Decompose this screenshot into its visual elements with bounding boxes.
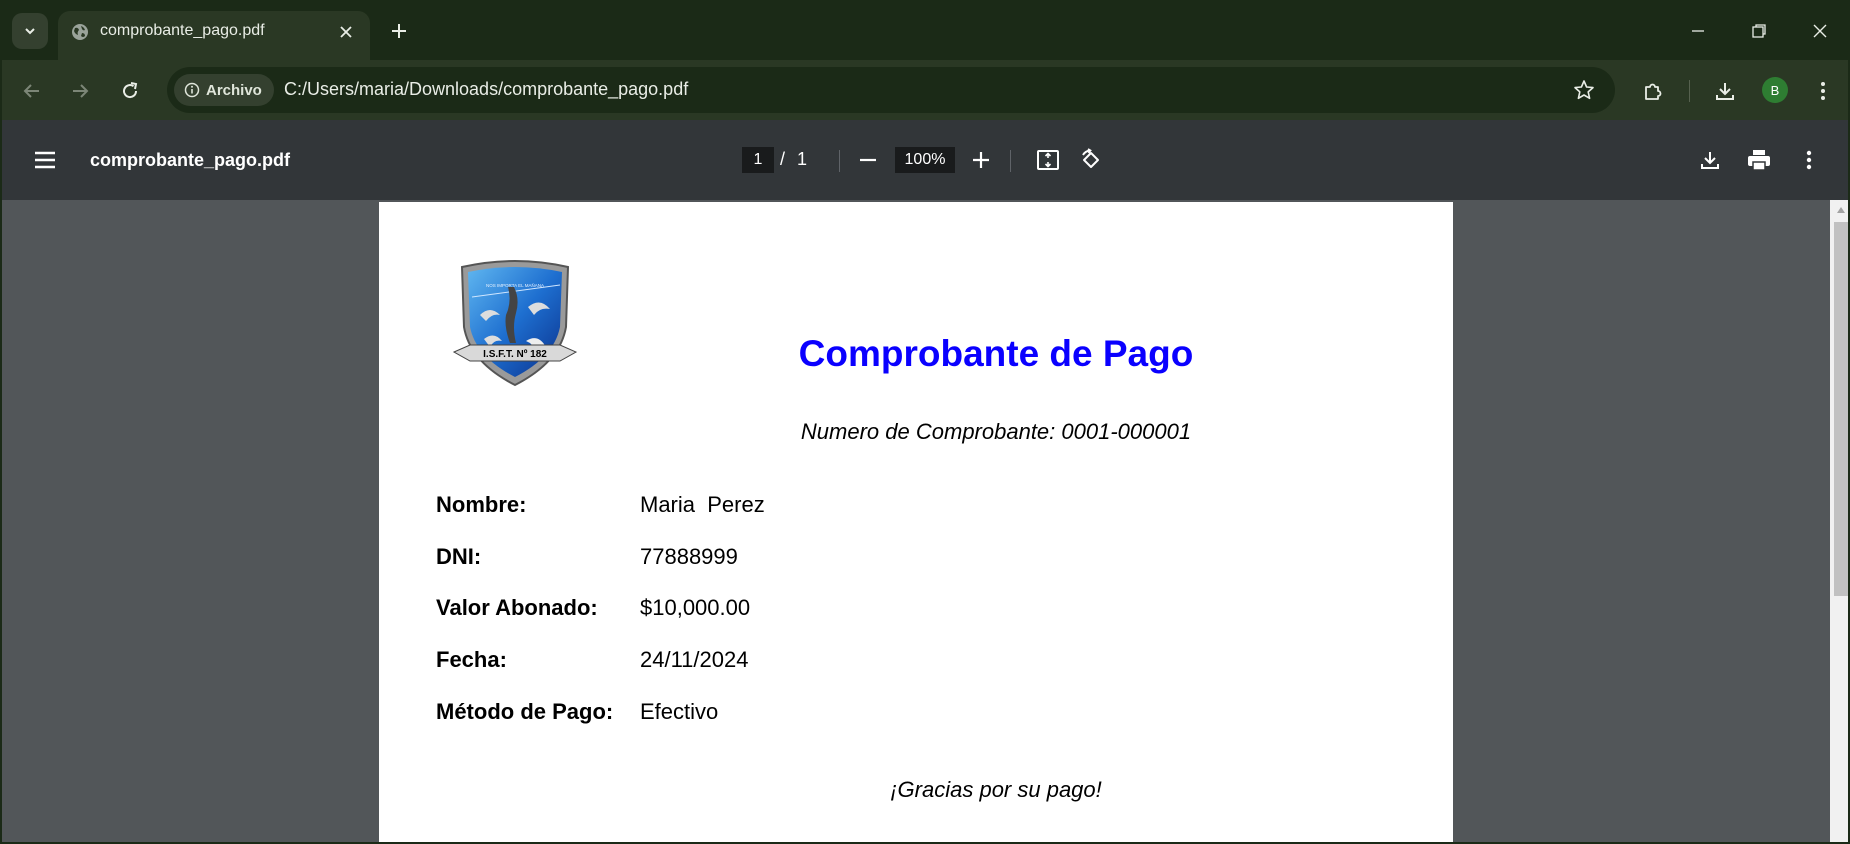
print-button[interactable] — [1741, 142, 1777, 178]
vertical-scrollbar[interactable] — [1830, 200, 1848, 842]
document-title: Comprobante de Pago — [798, 333, 1194, 374]
field-value-fecha: 24/11/2024 — [640, 647, 749, 672]
rotate-button[interactable] — [1073, 142, 1109, 178]
downloads-button[interactable] — [1707, 73, 1743, 109]
pdf-toolbar: comprobante_pago.pdf 1 / 1 100% — [2, 120, 1848, 200]
zoom-level-input[interactable]: 100% — [895, 147, 955, 173]
new-tab-button[interactable] — [384, 16, 414, 46]
extensions-button[interactable] — [1635, 73, 1671, 109]
browser-menu-button[interactable] — [1805, 73, 1841, 109]
info-icon — [184, 82, 200, 98]
forward-button[interactable] — [62, 73, 98, 109]
url-text[interactable]: C:/Users/maria/Downloads/comprobante_pag… — [284, 79, 688, 100]
arrow-right-icon — [73, 84, 89, 98]
zoom-out-button[interactable] — [850, 142, 886, 178]
tab-strip: comprobante_pago.pdf — [2, 2, 1848, 60]
tab-active[interactable]: comprobante_pago.pdf — [58, 11, 370, 60]
bookmark-button[interactable] — [1569, 75, 1599, 105]
pdf-viewer-area[interactable]: I.S.F.T. Nº 182 NOS IMPORTA EL MAÑANA Co… — [2, 200, 1848, 842]
pdf-download-button[interactable] — [1692, 142, 1728, 178]
fit-to-page-button[interactable] — [1030, 142, 1066, 178]
field-label-valor-abonado: Valor Abonado: — [436, 595, 598, 620]
field-value-dni: 77888999 — [640, 544, 738, 569]
tab-title: comprobante_pago.pdf — [100, 22, 265, 39]
zoom-in-button[interactable] — [963, 142, 999, 178]
tab-close-button[interactable] — [332, 18, 360, 46]
download-icon — [1701, 152, 1719, 169]
field-label-nombre: Nombre: — [436, 492, 527, 517]
pdf-toolbar-divider — [1010, 150, 1011, 172]
rotate-icon — [1082, 148, 1099, 168]
minimize-button[interactable] — [1678, 12, 1718, 50]
profile-avatar[interactable]: B — [1762, 77, 1788, 103]
field-label-fecha: Fecha: — [436, 647, 507, 672]
pdf-more-button[interactable] — [1791, 142, 1827, 178]
plus-icon — [973, 152, 989, 168]
close-icon — [340, 26, 352, 38]
pdf-file-name: comprobante_pago.pdf — [90, 150, 291, 170]
pdf-sidebar-toggle[interactable] — [27, 142, 63, 178]
field-value-valor-abonado: $10,000.00 — [640, 595, 751, 620]
back-button[interactable] — [14, 73, 50, 109]
site-chip-label: Archivo — [206, 81, 262, 99]
triangle-up-icon — [1837, 207, 1845, 213]
restore-icon — [1752, 24, 1766, 38]
page-total: 1 — [797, 149, 808, 169]
plus-icon — [392, 24, 406, 38]
reload-icon — [123, 82, 138, 99]
logo-motto: NOS IMPORTA EL MAÑANA — [486, 282, 544, 288]
field-value-metodo-pago: Efectivo — [640, 699, 719, 724]
minimize-icon — [1692, 30, 1704, 32]
kebab-icon — [1821, 82, 1825, 100]
pdf-page: I.S.F.T. Nº 182 NOS IMPORTA EL MAÑANA Co… — [379, 202, 1453, 842]
fit-page-icon — [1037, 150, 1059, 170]
browser-toolbar: Archivo C:/Users/maria/Downloads/comprob… — [2, 60, 1848, 120]
chevron-down-icon — [25, 28, 35, 35]
tab-search-button[interactable] — [12, 13, 48, 49]
restore-button[interactable] — [1739, 12, 1779, 50]
page-separator: / — [780, 149, 786, 169]
thanks-message: ¡Gracias por su pago! — [890, 777, 1102, 802]
puzzle-icon — [1645, 83, 1662, 100]
toolbar-divider — [1689, 80, 1690, 102]
receipt-number: Numero de Comprobante: 0001-000001 — [800, 419, 1192, 444]
page-number-input[interactable]: 1 — [742, 147, 774, 173]
reload-button[interactable] — [112, 73, 148, 109]
field-label-dni: DNI: — [436, 544, 482, 569]
kebab-icon — [1806, 150, 1812, 170]
download-icon — [1716, 83, 1734, 100]
close-window-button[interactable] — [1800, 12, 1840, 50]
site-info-chip[interactable]: Archivo — [174, 74, 274, 106]
scrollbar-thumb[interactable] — [1834, 222, 1848, 596]
pdf-toolbar-divider — [839, 150, 840, 172]
field-label-metodo-pago: Método de Pago: — [436, 699, 614, 724]
printer-icon — [1748, 150, 1770, 171]
close-icon — [1813, 24, 1827, 38]
address-bar[interactable]: Archivo C:/Users/maria/Downloads/comprob… — [167, 67, 1615, 113]
star-icon — [1574, 80, 1594, 100]
globe-icon — [72, 24, 88, 40]
field-value-nombre: Maria Perez — [640, 492, 765, 517]
scroll-up-button[interactable] — [1830, 200, 1848, 220]
minus-icon — [860, 158, 876, 162]
hamburger-icon — [35, 151, 55, 169]
arrow-left-icon — [23, 84, 39, 98]
browser-window: comprobante_pago.pdf Archivo C:/Users/ma… — [0, 0, 1850, 844]
